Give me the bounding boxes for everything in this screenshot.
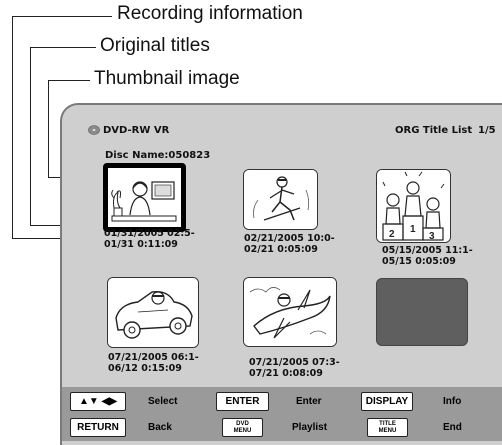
svg-text:2: 2 <box>389 229 395 240</box>
svg-text:3: 3 <box>429 231 435 242</box>
leader-recording-information-v <box>12 16 13 238</box>
dvd-menu-button[interactable]: DVD MENU <box>222 418 263 437</box>
disc-type: DVD-RW VR <box>103 125 170 136</box>
title-duration-5: 07/21 0:08:09 <box>249 368 323 379</box>
title-info-3: 05/15/2005 11:1- 05/15 0:05:09 <box>382 245 473 267</box>
button-guide-bar <box>62 387 502 441</box>
title-thumbnail-4[interactable] <box>107 277 199 348</box>
svg-text:1: 1 <box>410 224 416 235</box>
title-date-1: 01/31/2005 02:5- <box>104 228 195 239</box>
title-date-5: 07/21/2005 07:3- <box>249 357 340 368</box>
title-info-2: 02/21/2005 10:0- 02/21 0:05:09 <box>244 233 335 255</box>
enter-button[interactable]: ENTER <box>216 392 269 411</box>
title-thumbnail-6-empty <box>376 278 468 346</box>
title-menu-button[interactable]: TITLE MENU <box>367 418 408 437</box>
title-thumbnail-5[interactable] <box>243 277 337 347</box>
enter-label: Enter <box>296 396 322 407</box>
callout-thumbnail-image: Thumbnail image <box>94 68 240 89</box>
airplane-pilot-icon <box>244 278 336 346</box>
leader-original-titles-h <box>30 47 96 48</box>
display-button[interactable]: DISPLAY <box>361 392 413 411</box>
back-label: Back <box>148 422 172 433</box>
title-date-4: 07/21/2005 06:1- <box>108 352 199 363</box>
list-title: ORG Title List <box>395 125 473 136</box>
title-thumbnail-2[interactable] <box>243 169 318 230</box>
callout-original-titles: Original titles <box>100 35 210 56</box>
title-date-2: 02/21/2005 10:0- <box>244 233 335 244</box>
page-indicator: 1/5 <box>478 125 496 136</box>
dvd-menu-key-line1: DVD <box>236 420 249 427</box>
leader-thumbnail-image-h <box>48 80 90 81</box>
arrow-keys-button[interactable]: ▲▼ ◀▶ <box>70 392 126 411</box>
title-duration-2: 02/21 0:05:09 <box>244 244 318 255</box>
leader-recording-information-h <box>12 16 112 17</box>
car-driver-icon <box>108 278 198 347</box>
title-info-4: 07/21/2005 06:1- 06/12 0:15:09 <box>108 352 199 374</box>
title-thumbnail-3[interactable]: 2 1 3 <box>376 169 451 243</box>
info-label: Info <box>443 396 462 407</box>
title-info-5: 07/21/2005 07:3- 07/21 0:08:09 <box>249 357 340 379</box>
woman-at-desk-icon <box>108 168 181 227</box>
leader-original-titles-v <box>30 47 31 225</box>
callout-recording-information: Recording information <box>117 3 303 24</box>
disc-name: Disc Name:050823 <box>105 150 211 161</box>
podium-winners-icon: 2 1 3 <box>377 170 450 242</box>
leader-thumbnail-image-v <box>48 80 49 177</box>
title-info-1: 01/31/2005 02:5- 01/31 0:11:09 <box>104 228 195 250</box>
title-thumbnail-1[interactable] <box>103 163 186 232</box>
title-date-3: 05/15/2005 11:1- <box>382 245 473 256</box>
title-menu-key-line1: TITLE <box>379 420 396 427</box>
select-label: Select <box>148 396 178 407</box>
dvd-menu-key-line2: MENU <box>233 427 252 434</box>
end-label: End <box>443 422 462 433</box>
title-menu-key-line2: MENU <box>378 427 397 434</box>
title-duration-4: 06/12 0:15:09 <box>108 363 182 374</box>
title-duration-1: 01/31 0:11:09 <box>104 239 178 250</box>
skier-icon <box>244 170 317 229</box>
disc-icon <box>88 125 100 135</box>
title-duration-3: 05/15 0:05:09 <box>382 256 456 267</box>
return-button[interactable]: RETURN <box>70 418 126 437</box>
playlist-label: Playlist <box>292 422 328 433</box>
